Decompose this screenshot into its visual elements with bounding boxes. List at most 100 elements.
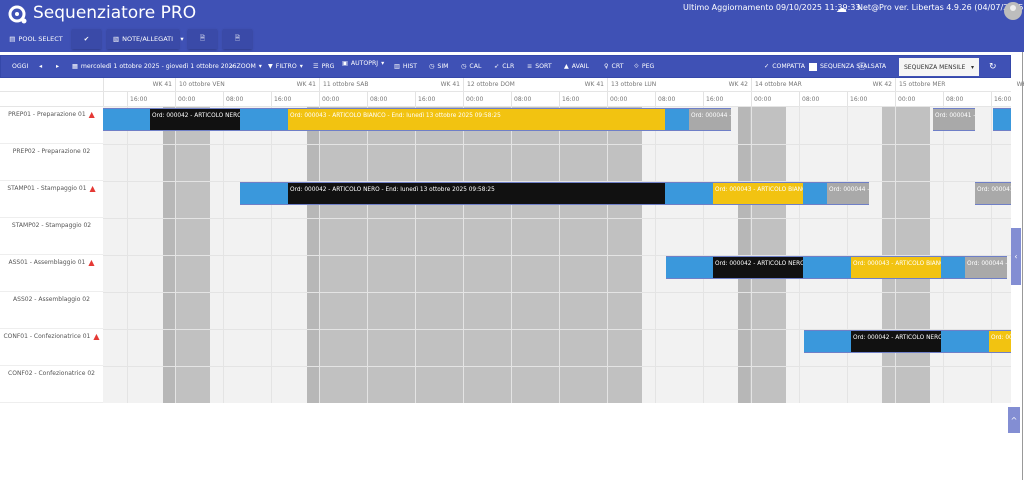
warning-icon[interactable]: ▲: [89, 111, 95, 143]
avatar[interactable]: [1004, 2, 1022, 20]
resource-row-label[interactable]: PREP01 - Preparazione 01 ▲: [0, 107, 103, 144]
order-bar[interactable]: Ord: 000044 -: [689, 108, 731, 131]
file-icon: ▧: [112, 35, 120, 43]
app-title: Sequenziatore PRO: [33, 3, 197, 23]
sort-button[interactable]: ≡ SORT: [527, 56, 552, 77]
setup-bar[interactable]: [803, 256, 851, 279]
scroll-top-button[interactable]: ^: [1008, 407, 1020, 433]
setup-bar[interactable]: [666, 256, 713, 279]
order-bar[interactable]: Ord: 000041 -: [933, 108, 975, 131]
order-bar[interactable]: Ord: 000044 -: [965, 256, 1007, 279]
resource-row-label[interactable]: ASS02 - Assemblaggio 02: [0, 292, 103, 329]
cal-label: CAL: [469, 63, 482, 70]
warning-icon[interactable]: ▲: [88, 259, 94, 291]
order-bar[interactable]: Ord: 000042 - ARTICOLO NERO: [713, 256, 803, 279]
cal-button[interactable]: ◷ CAL: [461, 56, 481, 77]
checkbox[interactable]: [809, 62, 817, 71]
setup-bar[interactable]: [941, 256, 965, 279]
notes-label: NOTE/ALLEGATI: [122, 35, 174, 43]
filter-button[interactable]: ▼ FILTRO ▾: [268, 56, 303, 77]
notes-dropdown-caret[interactable]: ▾: [178, 29, 186, 49]
notes-button[interactable]: ▧ NOTE/ALLEGATI: [107, 29, 179, 49]
warning-icon[interactable]: ▲: [93, 333, 99, 365]
compact-label: COMPATTA: [772, 63, 806, 70]
scrollbar[interactable]: [1022, 52, 1023, 480]
autoprj-button[interactable]: ▣ AUTOPRJ ▾: [342, 53, 384, 74]
order-bar[interactable]: Ord: 000042 - ARTICOLO NERO - End: luned…: [288, 182, 665, 205]
info-icon[interactable]: ⓘ: [858, 56, 866, 77]
export-excel-button[interactable]: 🗎: [188, 29, 217, 49]
crt-button[interactable]: ♀ CRT: [604, 56, 624, 77]
hist-label: HIST: [402, 63, 418, 70]
refresh-icon[interactable]: ↻: [989, 56, 997, 77]
clock-icon: ◷: [429, 63, 435, 70]
setup-bar[interactable]: [665, 108, 689, 131]
resource-name: ASS01 - Assemblaggio 01: [8, 259, 86, 266]
week-label: WK 41: [440, 81, 460, 88]
resource-row-label[interactable]: PREP02 - Preparazione 02: [0, 144, 103, 181]
autoprj-label: AUTOPRJ: [350, 60, 379, 67]
setup-bar[interactable]: [240, 182, 288, 205]
staggered-checkbox[interactable]: SEQUENZA SFALSATA: [809, 56, 886, 77]
setup-bar[interactable]: [804, 330, 851, 353]
hour-tick: 00:00: [175, 92, 223, 106]
setup-bar[interactable]: [803, 182, 827, 205]
hour-tick: 16:00: [991, 92, 1024, 106]
date-range-picker[interactable]: ▦ mercoledì 1 ottobre 2025 - giovedì 1 ot…: [72, 56, 236, 77]
next-icon[interactable]: ▸: [56, 56, 59, 77]
day-label: 14 ottobre MAR: [755, 81, 802, 88]
setup-bar[interactable]: [941, 330, 989, 353]
warning-icon[interactable]: ▲: [90, 185, 96, 217]
export-pdf-button[interactable]: 🗎: [223, 29, 252, 49]
list-icon: ☰: [313, 63, 319, 70]
resource-row-label[interactable]: ASS01 - Assemblaggio 01 ▲: [0, 255, 103, 292]
today-button[interactable]: OGGI: [12, 56, 28, 77]
hour-tick: 16:00: [559, 92, 607, 106]
resource-row-label[interactable]: STAMP02 - Stampaggio 02: [0, 218, 103, 255]
date-range-label: mercoledì 1 ottobre 2025 - giovedì 1 ott…: [80, 63, 237, 70]
confirm-button[interactable]: ✔: [72, 29, 101, 49]
crt-label: CRT: [611, 63, 624, 70]
timeline-days-row: WK 41 10 ottobre VEN WK 41 11 ottobre SAB WK…: [0, 78, 1024, 92]
resource-row-label[interactable]: CONF01 - Confezionatrice 01 ▲: [0, 329, 103, 366]
setup-bar[interactable]: [240, 108, 288, 131]
order-bar[interactable]: Ord: 000043 - ARTICOLO BIANCO: [851, 256, 941, 279]
chevron-down-icon: ▾: [299, 63, 303, 70]
prg-button[interactable]: ☰ PRG: [313, 56, 334, 77]
hour-tick: 00:00: [895, 92, 943, 106]
order-bar[interactable]: Ord: 000043 - ARTICOLO BIANCO - End: lun…: [288, 108, 665, 131]
prev-icon[interactable]: ◂: [39, 56, 42, 77]
cloud-icon[interactable]: ☁: [836, 2, 847, 15]
setup-bar[interactable]: [665, 182, 713, 205]
hour-tick: 08:00: [511, 92, 559, 106]
clr-label: CLR: [502, 63, 515, 70]
order-bar[interactable]: Ord: 000044 -: [827, 182, 869, 205]
setup-bar[interactable]: [993, 108, 1011, 131]
order-bar[interactable]: Ord: 000042 - ARTICOLO NERO -: [150, 108, 240, 131]
peg-button[interactable]: ⟐ PEG: [634, 56, 654, 77]
gantt-grid: Ord: 000042 - ARTICOLO NERO - Ord: 000043…: [103, 107, 1011, 403]
order-bar[interactable]: Ord: 000041: [975, 182, 1011, 205]
compact-toggle[interactable]: ✓ COMPATTA: [764, 56, 805, 77]
sim-button[interactable]: ◷ SIM: [429, 56, 449, 77]
pool-select-button[interactable]: ▤ POOL SELECT: [8, 29, 64, 49]
zoom-button[interactable]: ⌕ ZOOM ▾: [230, 56, 262, 77]
order-bar[interactable]: Ord: 000: [989, 330, 1011, 353]
check-icon: ✓: [764, 63, 770, 70]
avail-button[interactable]: ▲ AVAIL: [564, 56, 589, 77]
lightbulb-icon: ♀: [604, 63, 609, 70]
view-select[interactable]: SEQUENZA MENSILE ▾: [899, 58, 979, 76]
resource-row-label[interactable]: STAMP01 - Stampaggio 01 ▲: [0, 181, 103, 218]
clr-button[interactable]: ➶ CLR: [494, 56, 514, 77]
resource-row-label[interactable]: CONF02 - Confezionatrice 02: [0, 366, 103, 403]
expand-panel-button[interactable]: ‹: [1011, 228, 1021, 285]
hist-button[interactable]: ▥ HIST: [394, 56, 417, 77]
list-icon: ▤: [9, 35, 16, 43]
hour-tick: 16:00: [127, 92, 175, 106]
app-logo-icon: [8, 5, 27, 24]
pdf-icon: 🗎: [234, 33, 241, 42]
order-bar[interactable]: Ord: 000043 - ARTICOLO BIANCO: [713, 182, 803, 205]
staggered-label: SEQUENZA SFALSATA: [820, 63, 887, 70]
order-bar[interactable]: Ord: 000042 - ARTICOLO NERO: [851, 330, 941, 353]
setup-bar[interactable]: [103, 108, 150, 131]
